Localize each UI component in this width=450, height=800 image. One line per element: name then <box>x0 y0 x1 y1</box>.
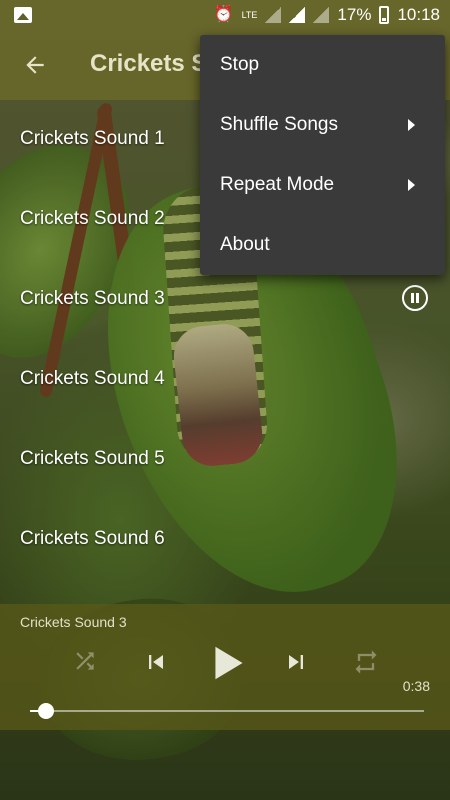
song-title: Crickets Sound 5 <box>20 448 165 469</box>
battery-icon <box>379 6 390 24</box>
signal-empty-icon <box>313 7 330 23</box>
menu-item-stop[interactable]: Stop <box>200 35 445 95</box>
song-title: Crickets Sound 2 <box>20 208 165 229</box>
chevron-right-icon <box>408 119 415 131</box>
clock: 10:18 <box>397 5 440 24</box>
image-notification-icon <box>14 7 32 23</box>
pause-circle-icon[interactable] <box>402 285 428 311</box>
back-arrow-icon[interactable] <box>22 52 48 78</box>
menu-item-label: Repeat Mode <box>220 174 335 195</box>
song-title: Crickets Sound 4 <box>20 368 165 389</box>
status-right-group: ⏰ LTE 17% 10:18 <box>214 5 440 25</box>
player-panel: Crickets Sound 3 0:38 <box>0 604 450 730</box>
lte-label: LTE <box>241 10 258 20</box>
page-title: Crickets S <box>90 50 208 77</box>
play-icon[interactable] <box>212 644 246 682</box>
call-lte-icon: LTE <box>242 5 258 25</box>
song-title: Crickets Sound 3 <box>20 288 165 309</box>
menu-item-label: About <box>220 234 270 255</box>
elapsed-time: 0:38 <box>402 678 430 694</box>
seek-bar-thumb[interactable] <box>37 703 54 719</box>
now-playing-title: Crickets Sound 3 <box>20 614 127 630</box>
song-item[interactable]: Crickets Sound 4 <box>0 340 450 420</box>
menu-item-label: Stop <box>220 54 260 75</box>
battery-percent: 17% <box>337 5 372 24</box>
skip-previous-icon[interactable] <box>142 648 170 676</box>
song-title: Crickets Sound 6 <box>20 528 165 549</box>
menu-item-repeat-mode[interactable]: Repeat Mode <box>200 155 445 215</box>
overflow-menu: Stop Shuffle Songs Repeat Mode About <box>200 35 445 275</box>
shuffle-icon[interactable] <box>72 648 98 674</box>
menu-item-about[interactable]: About <box>200 215 445 275</box>
repeat-icon[interactable] <box>352 648 380 676</box>
signal-2-icon <box>265 7 282 23</box>
signal-icon <box>289 7 306 23</box>
song-item[interactable]: Crickets Sound 5 <box>0 420 450 500</box>
song-item[interactable]: Crickets Sound 6 <box>0 500 450 580</box>
alarm-icon: ⏰ <box>213 6 234 23</box>
seek-bar[interactable] <box>30 703 424 719</box>
status-bar: ⏰ LTE 17% 10:18 <box>0 0 450 32</box>
chevron-right-icon <box>408 179 415 191</box>
skip-next-icon[interactable] <box>282 648 310 676</box>
menu-item-label: Shuffle Songs <box>220 114 338 135</box>
menu-item-shuffle-songs[interactable]: Shuffle Songs <box>200 95 445 155</box>
song-title: Crickets Sound 1 <box>20 128 165 149</box>
